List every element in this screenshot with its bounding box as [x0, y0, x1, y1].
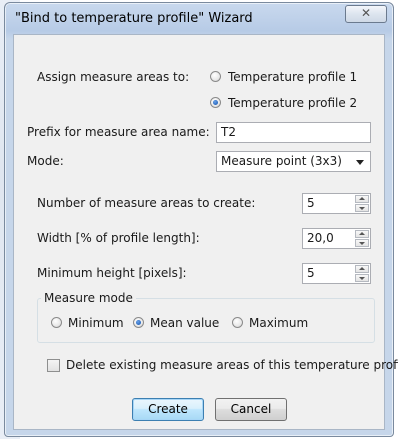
radio-indicator[interactable] [232, 317, 243, 328]
min-height-label: Minimum height [pixels]: [37, 266, 187, 280]
delete-existing-label: Delete existing measure areas of this te… [66, 358, 398, 372]
radio-label: Temperature profile 2 [228, 96, 358, 110]
count-value: 5 [307, 196, 315, 210]
radio-indicator[interactable] [51, 317, 62, 328]
dialog-body: Assign measure areas to: Temperature pro… [13, 34, 398, 430]
width-label: Width [% of profile length]: [37, 231, 200, 245]
prefix-label: Prefix for measure area name: [27, 125, 210, 139]
count-stepper-buttons [355, 195, 369, 212]
spin-up-icon[interactable] [355, 265, 369, 273]
min-height-stepper-buttons [355, 265, 369, 282]
mode-label: Mode: [27, 154, 64, 168]
cancel-button[interactable]: Cancel [215, 398, 287, 421]
spin-up-icon[interactable] [355, 195, 369, 203]
radio-label: Temperature profile 1 [228, 70, 358, 84]
create-button[interactable]: Create [132, 398, 204, 421]
assign-label: Assign measure areas to: [37, 70, 190, 84]
wizard-dialog: "Bind to temperature profile" Wizard ✕ A… [4, 2, 398, 437]
title-bar[interactable]: "Bind to temperature profile" Wizard ✕ [5, 3, 393, 33]
window-title: "Bind to temperature profile" Wizard [15, 11, 253, 26]
radio-indicator-selected[interactable] [210, 97, 221, 108]
width-value: 20,0 [307, 231, 334, 245]
radio-label: Minimum [68, 316, 124, 330]
spin-down-icon[interactable] [355, 204, 369, 212]
radio-label: Maximum [249, 316, 309, 330]
spin-up-icon[interactable] [355, 230, 369, 238]
radio-indicator-selected[interactable] [133, 317, 144, 328]
prefix-input[interactable]: T2 [216, 122, 371, 143]
width-stepper[interactable]: 20,0 [302, 228, 371, 249]
close-button[interactable]: ✕ [345, 5, 387, 23]
radio-label: Mean value [150, 316, 220, 330]
mode-select[interactable]: Measure point (3x3) [216, 151, 371, 172]
min-height-stepper[interactable]: 5 [302, 263, 371, 284]
count-label: Number of measure areas to create: [37, 196, 256, 210]
spin-down-icon[interactable] [355, 274, 369, 282]
radio-indicator[interactable] [210, 71, 221, 82]
mode-select-value: Measure point (3x3) [221, 154, 342, 168]
min-height-value: 5 [307, 266, 315, 280]
close-icon: ✕ [360, 6, 372, 20]
width-stepper-buttons [355, 230, 369, 247]
delete-existing-checkbox[interactable] [47, 359, 60, 372]
chevron-down-icon[interactable] [356, 160, 364, 165]
spin-down-icon[interactable] [355, 239, 369, 247]
count-stepper[interactable]: 5 [302, 193, 371, 214]
measure-mode-title: Measure mode [41, 291, 136, 305]
